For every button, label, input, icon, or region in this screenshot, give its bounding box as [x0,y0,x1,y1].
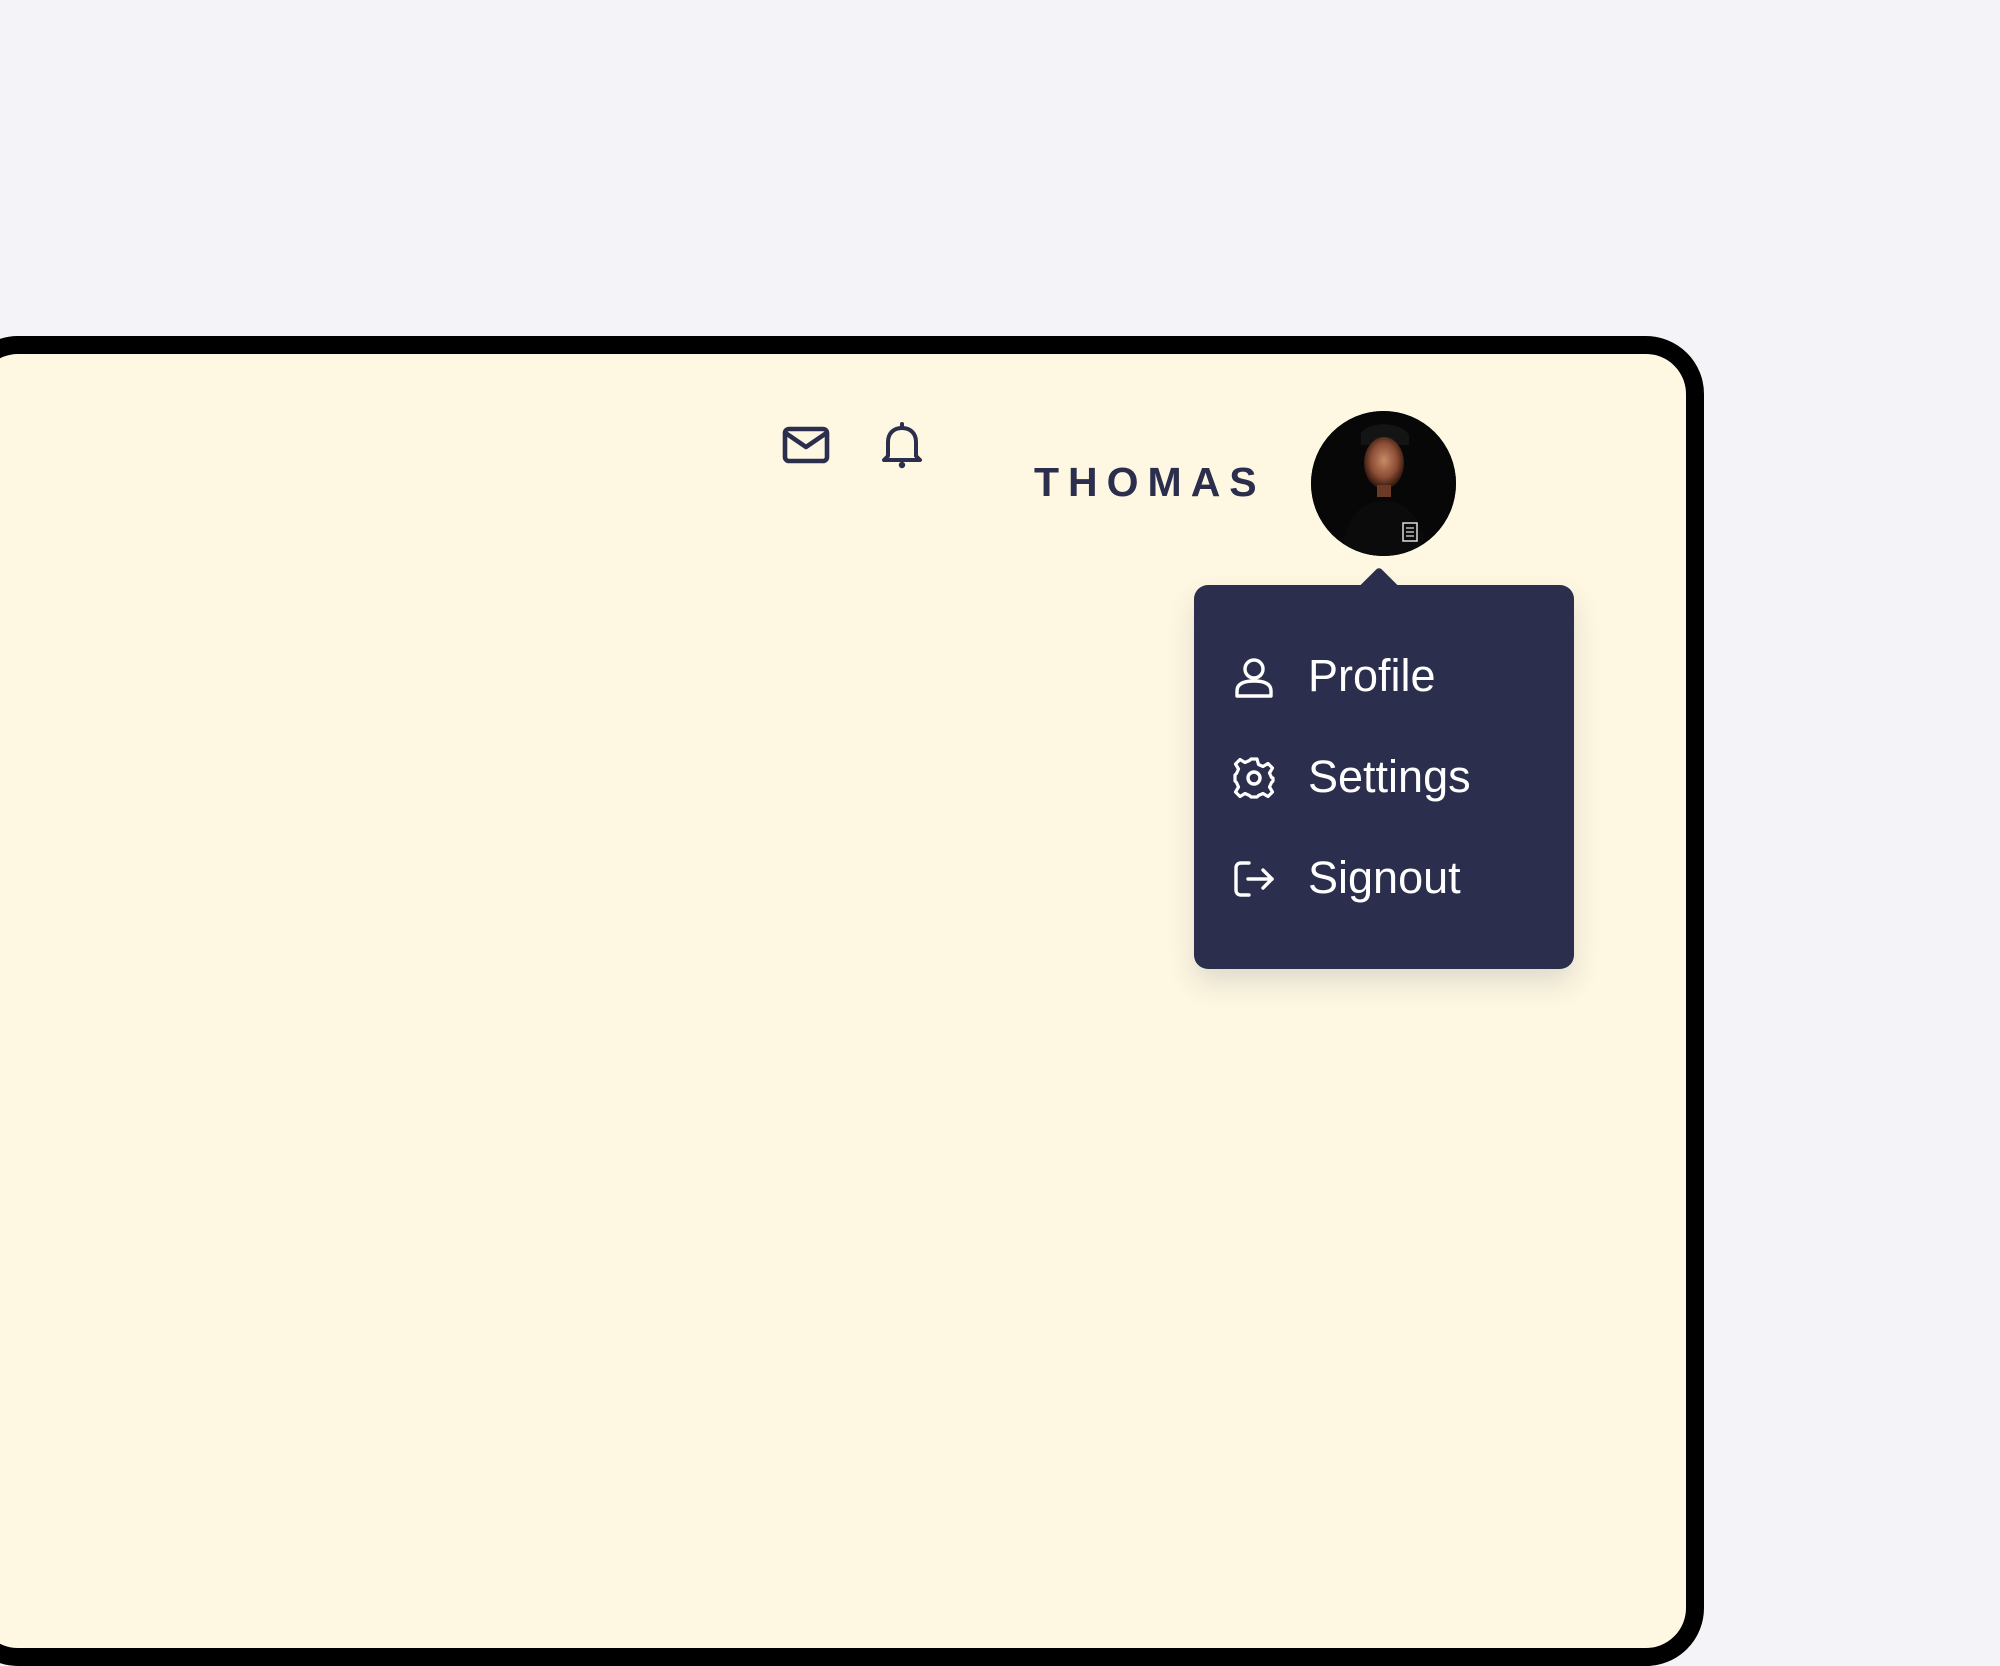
mail-button[interactable] [768,410,844,480]
app-window-frame [0,336,1704,1666]
bell-icon [882,422,922,469]
user-icon [1235,658,1273,698]
notifications-button[interactable] [866,406,938,484]
menu-item-profile[interactable]: Profile [1194,636,1574,716]
menu-item-label: Settings [1308,751,1471,802]
menu-item-settings[interactable]: Settings [1194,737,1574,817]
signout-icon [1234,861,1274,897]
username-label: THOMAS [1034,459,1266,505]
menu-item-signout[interactable]: Signout [1194,838,1574,918]
mail-icon [782,426,830,464]
avatar[interactable] [1311,411,1456,556]
gear-icon [1233,757,1275,799]
menu-item-label: Profile [1308,650,1436,701]
user-avatar-photo [1311,411,1456,556]
menu-item-label: Signout [1308,852,1461,903]
